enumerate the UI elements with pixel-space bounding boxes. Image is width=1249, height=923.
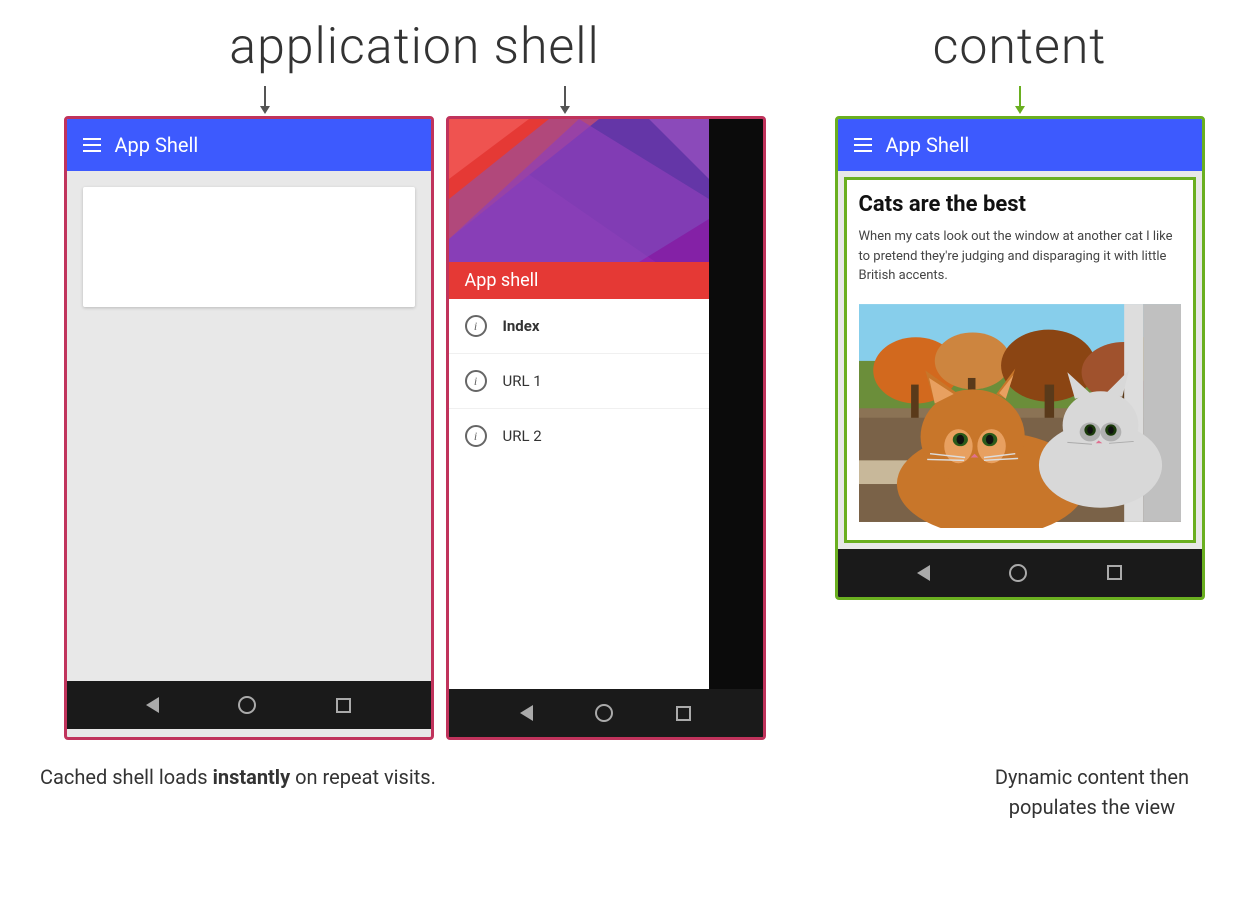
- phone3-navbar: [838, 549, 1202, 597]
- phone2-frame: App shell i Index i URL 1: [446, 116, 766, 740]
- phone1-appbar: App Shell: [67, 119, 431, 171]
- phone1-body: [67, 171, 431, 681]
- nav-home-icon-3[interactable]: [1009, 564, 1027, 582]
- menu-list: i Index i URL 1 i URL 2: [449, 299, 709, 463]
- caption-left: Cached shell loads instantly on repeat v…: [40, 762, 436, 792]
- menu-item-url1[interactable]: i URL 1: [449, 354, 709, 409]
- menu-item-url2[interactable]: i URL 2: [449, 409, 709, 463]
- phone2-layout: App shell i Index i URL 1: [449, 119, 763, 689]
- phone2-navbar: [449, 689, 763, 737]
- cat-image: [859, 298, 1181, 528]
- info-icon-3: i: [465, 425, 487, 447]
- green-arrow: [1015, 86, 1025, 114]
- phone1-frame: App Shell: [64, 116, 434, 740]
- drawer-overlay: [709, 119, 763, 689]
- menu-item-url2-label: URL 2: [503, 427, 542, 445]
- drawer-header-image: App shell: [449, 119, 709, 299]
- nav-recents-icon[interactable]: [336, 698, 351, 713]
- info-icon-1: i: [465, 315, 487, 337]
- cat-illustration: [859, 298, 1181, 528]
- caption-right: Dynamic content thenpopulates the view: [995, 762, 1189, 822]
- nav-home-icon-2[interactable]: [595, 704, 613, 722]
- content-box: Cats are the best When my cats look out …: [844, 177, 1196, 543]
- menu-item-url1-label: URL 1: [503, 372, 542, 390]
- hamburger-icon-3[interactable]: [854, 138, 872, 152]
- nav-recents-icon-3[interactable]: [1107, 565, 1122, 580]
- caption-instantly: instantly: [213, 765, 291, 789]
- app-shell-section: application shell: [45, 18, 785, 740]
- nav-back-icon[interactable]: [146, 697, 159, 713]
- phone3-appbar: App Shell: [838, 119, 1202, 171]
- hamburger-icon[interactable]: [83, 138, 101, 152]
- phone3-body: Cats are the best When my cats look out …: [838, 171, 1202, 549]
- arrow-left: [260, 86, 270, 114]
- phone1-title: App Shell: [115, 133, 199, 157]
- phone3-frame: App Shell Cats are the best When my cats…: [835, 116, 1205, 600]
- phone3-title: App Shell: [886, 133, 970, 157]
- content-label: content: [933, 18, 1107, 76]
- menu-item-index-label: Index: [503, 317, 540, 335]
- arrow-right: [560, 86, 570, 114]
- info-icon-2: i: [465, 370, 487, 392]
- phone1-navbar: [67, 681, 431, 729]
- app-shell-label: application shell: [229, 18, 599, 76]
- content-text: When my cats look out the window at anot…: [859, 227, 1181, 286]
- phone2-drawer: App shell i Index i URL 1: [449, 119, 709, 689]
- white-placeholder-box: [83, 187, 415, 307]
- menu-item-index[interactable]: i Index: [449, 299, 709, 354]
- nav-back-icon-3[interactable]: [917, 565, 930, 581]
- nav-back-icon-2[interactable]: [520, 705, 533, 721]
- content-title: Cats are the best: [859, 192, 1181, 217]
- nav-home-icon[interactable]: [238, 696, 256, 714]
- nav-recents-icon-2[interactable]: [676, 706, 691, 721]
- content-section: content App Shell: [835, 18, 1205, 600]
- drawer-app-shell-banner: App shell: [449, 262, 709, 299]
